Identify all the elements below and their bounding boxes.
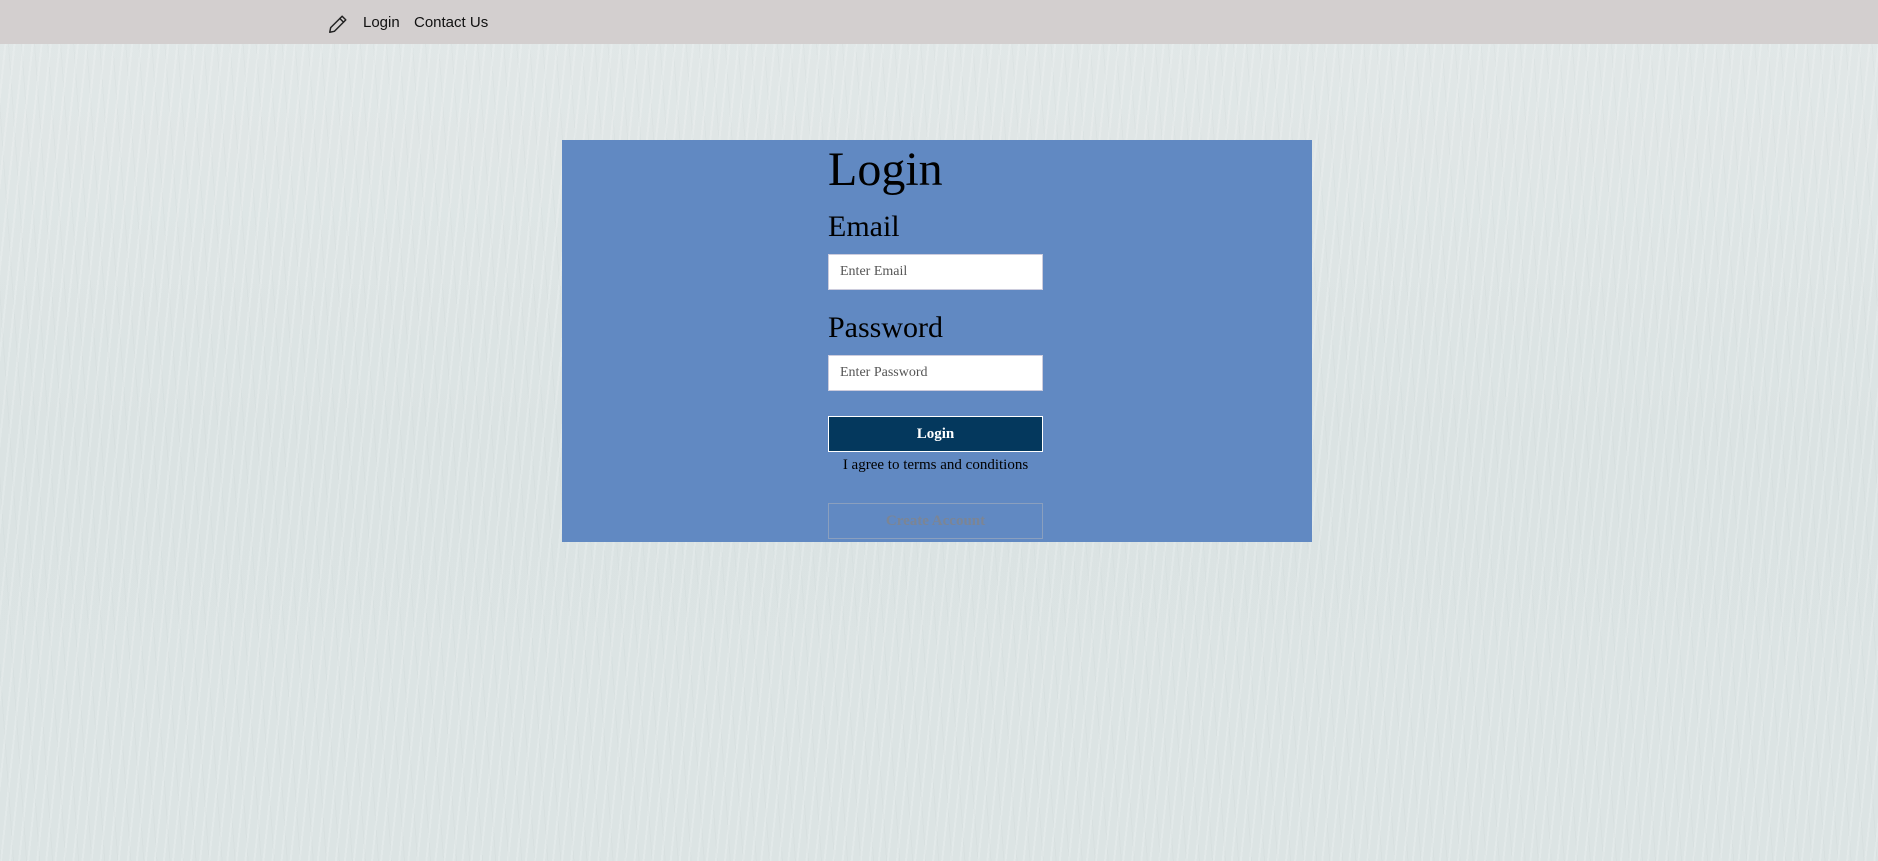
top-navbar: Login Contact Us [0,0,1878,44]
email-label: Email [828,210,900,243]
password-field[interactable] [828,355,1043,391]
login-card: Login Email Password Login I agree to te… [562,140,1312,542]
nav-link-contact-us[interactable]: Contact Us [414,13,488,33]
password-label: Password [828,311,944,344]
pencil-icon[interactable] [327,13,349,35]
login-button[interactable]: Login [828,416,1043,452]
create-account-button[interactable]: Create Account [828,503,1043,539]
page-title: Login [828,143,943,196]
email-field[interactable] [828,254,1043,290]
nav-link-login[interactable]: Login [363,13,400,33]
terms-text: I agree to terms and conditions [842,457,1029,473]
